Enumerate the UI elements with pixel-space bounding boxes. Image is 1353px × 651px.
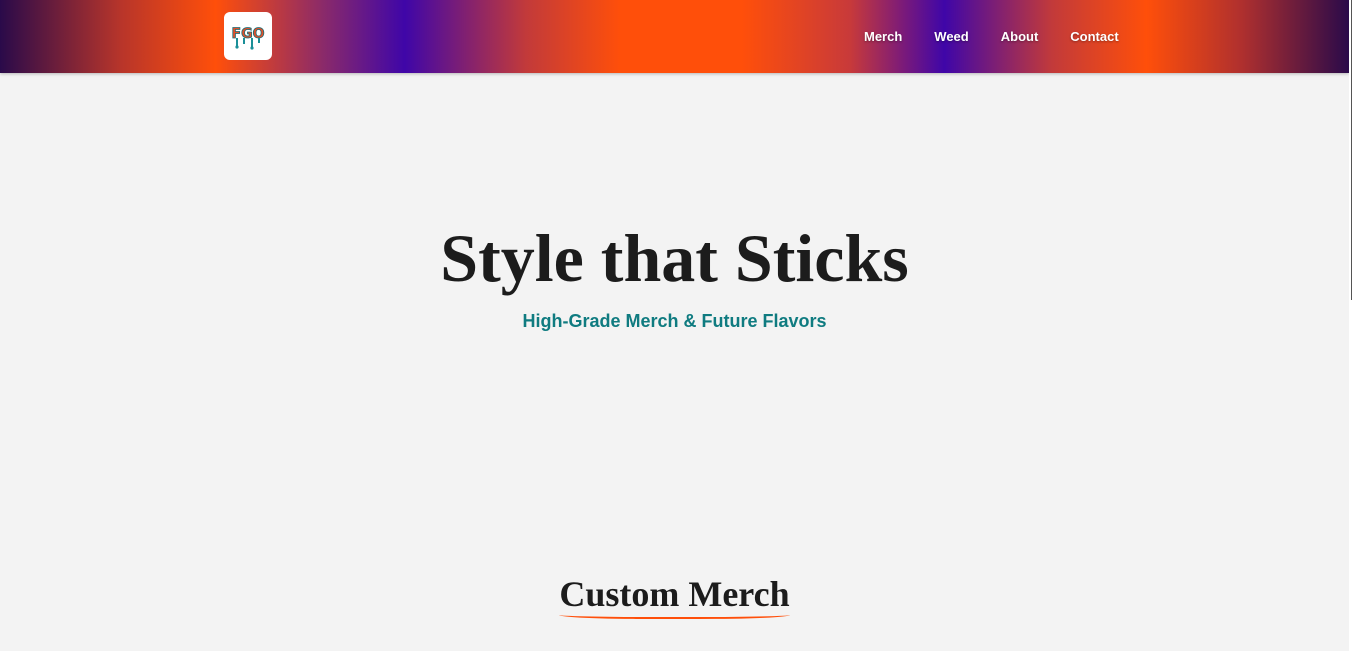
- nav-link-weed[interactable]: Weed: [934, 29, 968, 45]
- nav-link-merch[interactable]: Merch: [864, 29, 902, 45]
- site-header: FGO Merch Weed About Contact: [0, 0, 1349, 73]
- section-heading: Custom Merch: [0, 574, 1349, 619]
- site-logo[interactable]: FGO: [224, 12, 272, 60]
- logo-mark: FGO: [231, 26, 265, 50]
- page-scrollbar[interactable]: [1349, 0, 1353, 651]
- nav-link-contact[interactable]: Contact: [1070, 29, 1118, 45]
- nav-link-about[interactable]: About: [1001, 29, 1039, 45]
- hero-title: Style that Sticks: [440, 220, 909, 296]
- main-nav: Merch Weed About Contact: [864, 29, 1119, 45]
- section-title-text: Custom Merch: [559, 574, 790, 619]
- hero-subtitle: High-Grade Merch & Future Flavors: [522, 311, 827, 331]
- scrollbar-thumb[interactable]: [1351, 0, 1352, 300]
